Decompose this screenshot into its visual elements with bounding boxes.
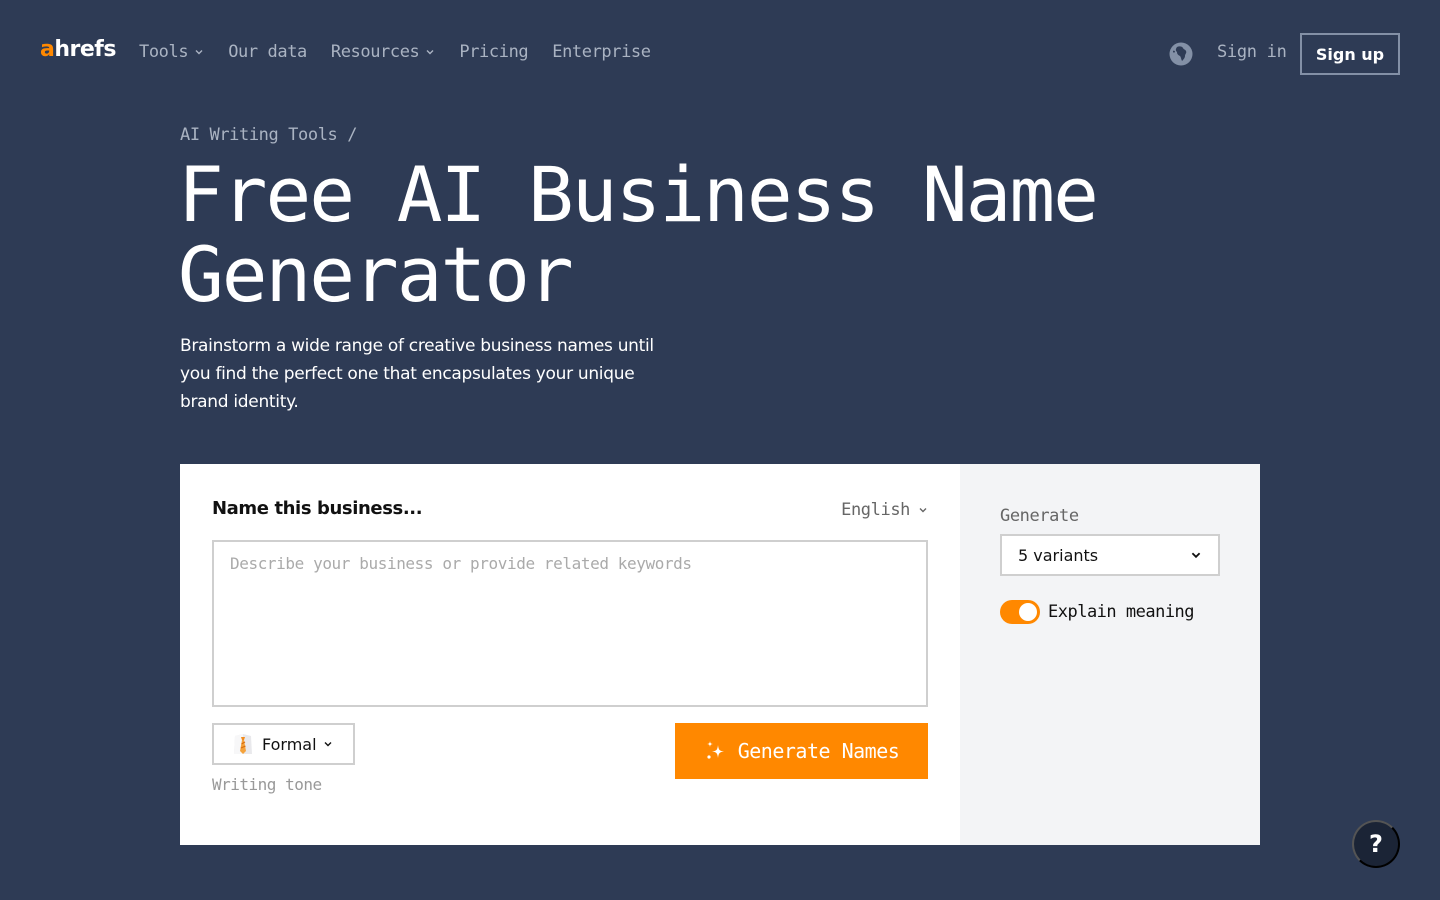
nav-resources-label: Resources: [330, 42, 420, 62]
language-select[interactable]: English: [841, 500, 928, 520]
nav-enterprise[interactable]: Enterprise: [552, 42, 651, 62]
nav-tools[interactable]: Tools: [139, 42, 204, 62]
writing-tone-value: Formal: [262, 734, 317, 754]
generator-form: Name this business... English Formal Wri…: [180, 464, 960, 845]
writing-tone-caption: Writing tone: [212, 775, 322, 794]
explain-meaning-toggle[interactable]: [1000, 600, 1040, 624]
variants-select[interactable]: 5 variants: [1000, 534, 1220, 576]
necktie-icon: [234, 734, 252, 754]
generate-count-label: Generate: [1000, 506, 1079, 526]
page-title-line2: Generator: [178, 230, 574, 319]
site-header: ahrefs Tools Our data Resources Pricing …: [0, 0, 1440, 106]
nav-resources[interactable]: Resources: [331, 42, 436, 62]
logo-text: hrefs: [54, 37, 116, 62]
page-title: Free AI Business Name Generator: [178, 155, 1178, 315]
explain-meaning-row: Explain meaning: [1000, 600, 1195, 624]
explain-meaning-label: Explain meaning: [1048, 602, 1195, 622]
sign-up-button[interactable]: Sign up: [1300, 33, 1400, 75]
nav-pricing[interactable]: Pricing: [459, 42, 528, 62]
page-title-line1: Free AI Business Name: [178, 150, 1099, 239]
help-button[interactable]: ?: [1352, 820, 1400, 868]
breadcrumb[interactable]: AI Writing Tools /: [180, 125, 357, 145]
chevron-down-icon: [1191, 552, 1201, 559]
chevron-down-icon: [919, 508, 927, 513]
nav-our-data-label: Our data: [228, 42, 307, 62]
language-value: English: [841, 500, 910, 520]
sign-in-link[interactable]: Sign in: [1217, 42, 1287, 62]
page-subtitle: Brainstorm a wide range of creative busi…: [180, 336, 654, 412]
nav-pricing-label: Pricing: [459, 42, 529, 62]
writing-tone-select[interactable]: Formal: [212, 723, 355, 765]
globe-icon[interactable]: [1168, 41, 1194, 67]
generate-names-button[interactable]: Generate Names: [675, 723, 928, 779]
toggle-knob: [1019, 603, 1037, 621]
logo-accent: a: [40, 37, 55, 62]
variants-value: 5 variants: [1018, 545, 1099, 565]
chevron-down-icon: [426, 50, 434, 55]
options-panel: Generate 5 variants Explain meaning: [960, 464, 1260, 845]
chevron-down-icon: [195, 50, 203, 55]
generate-names-label: Generate Names: [737, 739, 900, 763]
sparkles-icon: [706, 741, 724, 759]
business-field-label: Name this business...: [212, 498, 423, 519]
main-nav: Tools Our data Resources Pricing Enterpr…: [139, 42, 675, 62]
chevron-down-icon: [324, 742, 332, 747]
business-description-input[interactable]: [212, 540, 928, 707]
nav-enterprise-label: Enterprise: [552, 42, 651, 62]
ahrefs-logo[interactable]: ahrefs: [40, 37, 116, 62]
nav-our-data[interactable]: Our data: [228, 42, 307, 62]
nav-tools-label: Tools: [139, 42, 189, 62]
